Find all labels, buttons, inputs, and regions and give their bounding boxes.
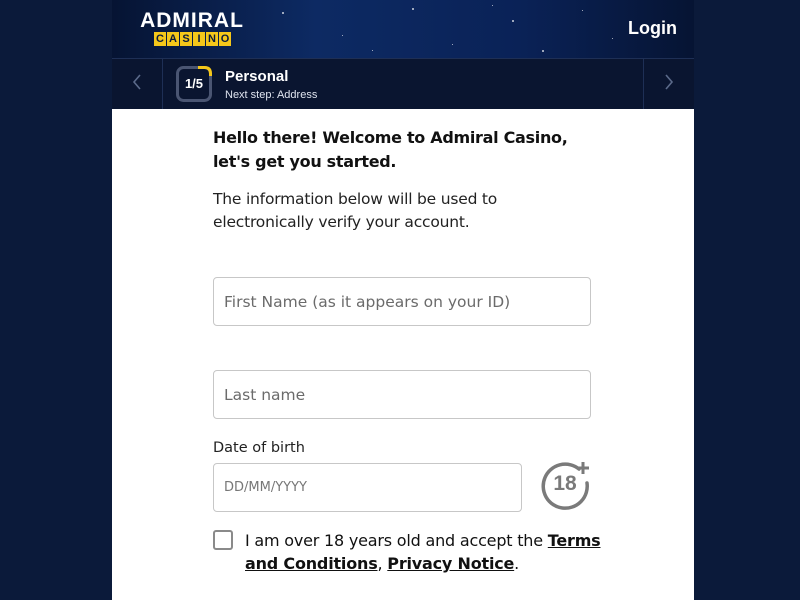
date-of-birth-input[interactable] [213,463,522,512]
age-consent-checkbox[interactable] [213,530,233,550]
age-consent-text: I am over 18 years old and accept the Te… [245,529,605,575]
star-decoration [542,50,544,52]
chevron-right-icon [663,72,675,97]
first-name-input[interactable] [213,277,591,326]
logo-letter: C [154,32,166,46]
logo-word: ADMIRAL [140,9,244,32]
greeting-heading: Hello there! Welcome to Admiral Casino, … [213,128,568,171]
star-decoration [492,5,493,6]
site-header: ADMIRAL C A S I N O Login [112,0,694,58]
registration-form: Hello there! Welcome to Admiral Casino, … [112,109,694,600]
logo-letter: O [219,32,231,46]
consent-suffix: . [514,554,520,573]
logo-letter: I [193,32,205,46]
step-count: 1/5 [184,76,204,91]
registration-stepper: 1/5 Personal Next step: Address [112,58,694,110]
star-decoration [512,20,514,22]
date-of-birth-label: Date of birth [213,440,305,456]
consent-prefix: I am over 18 years old and accept the [245,531,548,550]
chevron-left-icon [131,72,143,97]
login-link[interactable]: Login [628,18,677,39]
last-name-input[interactable] [213,370,591,419]
logo-letter: A [167,32,179,46]
star-decoration [372,50,373,51]
prev-step-button[interactable] [112,59,163,110]
star-decoration [282,12,284,14]
consent-separator: , [377,554,388,573]
star-decoration [452,44,453,45]
admiral-casino-logo[interactable]: ADMIRAL C A S I N O [132,9,252,49]
privacy-link[interactable]: Privacy Notice [387,554,514,573]
step-title: Personal [225,68,289,85]
logo-letter: N [206,32,218,46]
verification-info-text: The information below will be used to el… [213,190,498,231]
star-decoration [612,38,613,39]
age-badge-text: 18 [553,472,577,495]
age-18-plus-icon: 18 [539,459,593,513]
logo-letter: S [180,32,192,46]
next-step-button[interactable] [643,59,694,110]
star-decoration [412,8,414,10]
logo-casino-letters: C A S I N O [154,32,231,46]
step-progress-badge: 1/5 [176,66,212,102]
next-step-label: Next step: Address [225,89,318,101]
star-decoration [582,10,583,11]
star-decoration [342,35,343,36]
